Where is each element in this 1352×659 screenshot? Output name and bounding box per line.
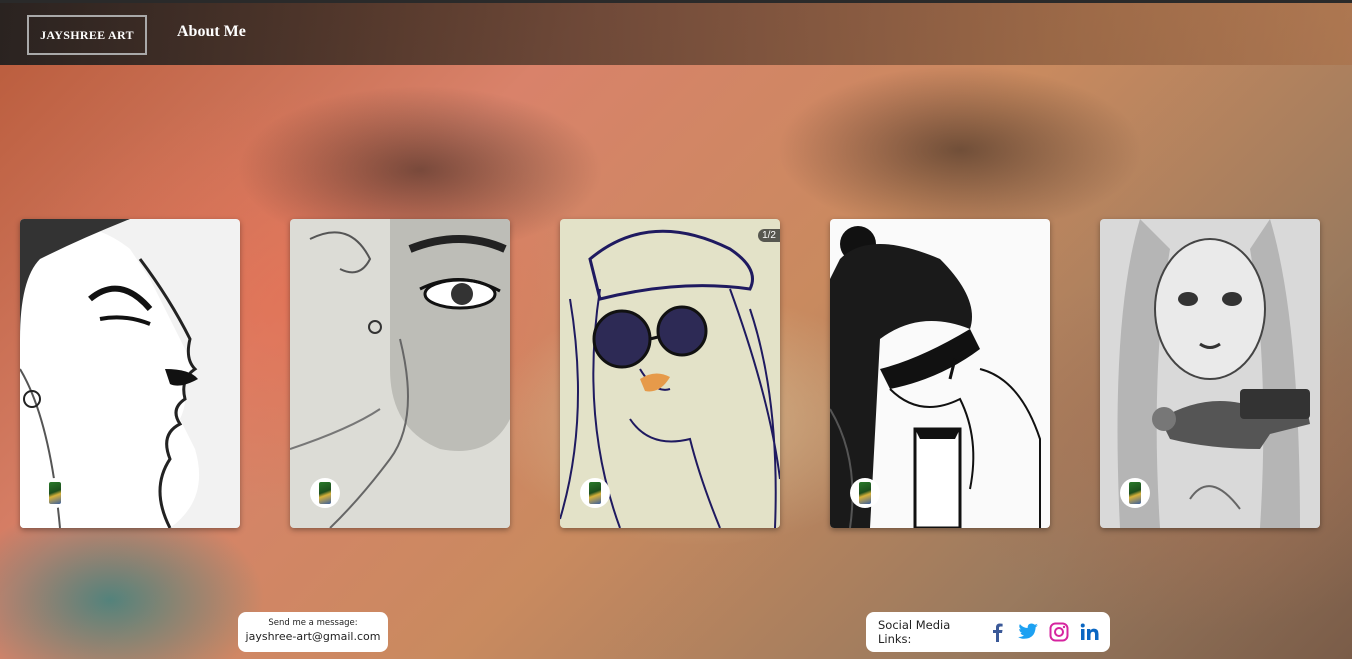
contact-email-link[interactable]: jayshree-art@gmail.com bbox=[238, 630, 388, 643]
image-counter: 1/2 bbox=[758, 229, 780, 242]
about-me-link[interactable]: About Me bbox=[177, 23, 246, 41]
artwork-card[interactable] bbox=[1100, 219, 1320, 528]
artwork-card[interactable] bbox=[20, 219, 240, 528]
artwork-card[interactable] bbox=[830, 219, 1050, 528]
site-logo[interactable]: JAYSHREE ART bbox=[27, 15, 147, 55]
artist-avatar-icon[interactable] bbox=[40, 478, 70, 508]
contact-prompt: Send me a message: bbox=[268, 618, 358, 628]
social-links-box: Social Media Links: bbox=[866, 612, 1110, 652]
artist-avatar-icon[interactable] bbox=[850, 478, 880, 508]
twitter-icon[interactable] bbox=[1017, 621, 1039, 643]
linkedin-icon[interactable] bbox=[1079, 621, 1100, 643]
instagram-icon[interactable] bbox=[1049, 621, 1070, 643]
artist-avatar-icon[interactable] bbox=[580, 478, 610, 508]
social-label: Social Media Links: bbox=[878, 618, 951, 646]
artwork-card[interactable] bbox=[290, 219, 510, 528]
artist-avatar-icon[interactable] bbox=[310, 478, 340, 508]
top-nav: JAYSHREE ART About Me bbox=[0, 0, 1352, 65]
contact-box: Send me a message: jayshree-art@gmail.co… bbox=[238, 612, 388, 652]
artwork-card[interactable]: 1/2 bbox=[560, 219, 780, 528]
artist-avatar-icon[interactable] bbox=[1120, 478, 1150, 508]
facebook-icon[interactable] bbox=[986, 621, 1007, 643]
